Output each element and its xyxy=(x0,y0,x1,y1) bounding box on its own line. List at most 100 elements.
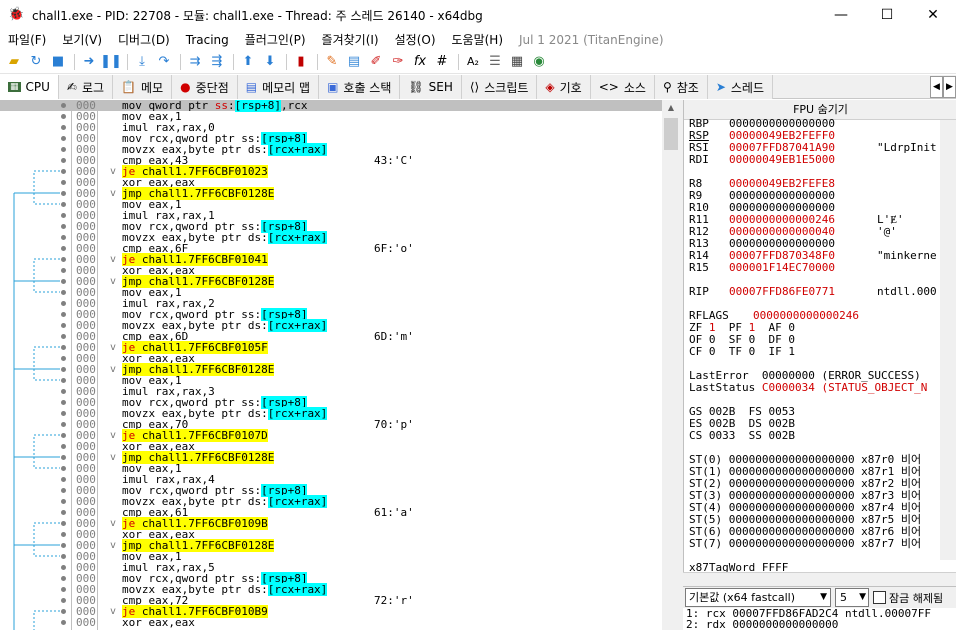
breakpoint-dot-icon[interactable] xyxy=(61,279,66,284)
disasm-row[interactable]: 000 v jmp chall1.7FF6CBF0128E xyxy=(0,539,662,552)
breakpoint-dot-icon[interactable] xyxy=(61,543,66,548)
disasm-row[interactable]: 000 mov rcx,qword ptr ss:[rsp+8] xyxy=(0,484,662,497)
tab-cpu[interactable]: ▦ CPU xyxy=(0,75,59,99)
breakpoint-dot-icon[interactable] xyxy=(61,587,66,592)
breakpoint-dot-icon[interactable] xyxy=(61,312,66,317)
breakpoint-dot-icon[interactable] xyxy=(61,510,66,515)
disasm-row[interactable]: 000 cmp eax,72 72:'r' xyxy=(0,595,662,606)
disasm-row[interactable]: 000 mov rcx,qword ptr ss:[rsp+8] xyxy=(0,220,662,233)
breakpoint-dot-icon[interactable] xyxy=(61,609,66,614)
scylla-icon[interactable]: ▮ xyxy=(291,52,311,72)
disasm-row[interactable]: 000 movzx eax,byte ptr ds:[rcx+rax] xyxy=(0,231,662,244)
disasm-row[interactable]: 000 xor eax,eax xyxy=(0,265,662,276)
tab-script[interactable]: ⟨⟩ 스크립트 xyxy=(461,75,538,99)
tab-call-stack[interactable]: ▣ 호출 스택 xyxy=(319,75,401,99)
register-line[interactable]: CS 0033 SS 002B xyxy=(689,430,795,442)
breakpoint-dot-icon[interactable] xyxy=(61,576,66,581)
disasm-row[interactable]: 000 xor eax,eax xyxy=(0,617,662,628)
disasm-row[interactable]: 000 cmp eax,43 43:'C' xyxy=(0,155,662,166)
disasm-row[interactable]: 000 mov eax,1 xyxy=(0,463,662,474)
breakpoint-dot-icon[interactable] xyxy=(61,224,66,229)
step-over-icon[interactable]: ↷ xyxy=(154,52,174,72)
menu-tracing[interactable]: Tracing xyxy=(178,30,237,50)
disasm-row[interactable]: 000 imul rax,rax,4 xyxy=(0,474,662,485)
breakpoint-dot-icon[interactable] xyxy=(61,521,66,526)
disasm-row[interactable]: 000 cmp eax,6F 6F:'o' xyxy=(0,243,662,254)
breakpoint-dot-icon[interactable] xyxy=(61,257,66,262)
breakpoint-dot-icon[interactable] xyxy=(61,180,66,185)
run-icon[interactable]: ➜ xyxy=(79,52,99,72)
disassembly-view[interactable]: 000 mov qword ptr ss:[rsp+8],rcx 000 mov ea… xyxy=(0,100,680,630)
disasm-row[interactable]: 000 cmp eax,6D 6D:'m' xyxy=(0,331,662,342)
scroll-up-icon[interactable]: ▲ xyxy=(662,100,680,116)
disasm-row[interactable]: 000 xor eax,eax xyxy=(0,177,662,188)
disasm-row[interactable]: 000 mov eax,1 xyxy=(0,199,662,210)
disasm-row[interactable]: 000 mov rcx,qword ptr ss:[rsp+8] xyxy=(0,396,662,409)
register-line[interactable]: R15 000001F14EC70000 xyxy=(689,262,877,274)
disasm-row[interactable]: 000 movzx eax,byte ptr ds:[rcx+rax] xyxy=(0,143,662,156)
breakpoint-dot-icon[interactable] xyxy=(61,191,66,196)
breakpoint-dot-icon[interactable] xyxy=(61,367,66,372)
disasm-row[interactable]: 000 movzx eax,byte ptr ds:[rcx+rax] xyxy=(0,319,662,332)
bookmark-icon[interactable]: ✑ xyxy=(388,52,408,72)
tab-notes[interactable]: 📋 메모 xyxy=(113,75,173,99)
disasm-row[interactable]: 000 v jmp chall1.7FF6CBF0128E xyxy=(0,187,662,200)
registers-scrollbar[interactable] xyxy=(940,120,956,560)
menu-help[interactable]: 도움말(H) xyxy=(444,30,512,50)
breakpoint-dot-icon[interactable] xyxy=(61,202,66,207)
disasm-row[interactable]: 000 mov rcx,qword ptr ss:[rsp+8] xyxy=(0,132,662,145)
breakpoint-dot-icon[interactable] xyxy=(61,290,66,295)
disassembly-scrollbar[interactable]: ▲ xyxy=(662,100,680,630)
breakpoint-dot-icon[interactable] xyxy=(61,356,66,361)
arg-count-spinner[interactable]: 5 ▼ xyxy=(835,588,869,607)
disasm-row[interactable]: 000 xor eax,eax xyxy=(0,529,662,540)
breakpoint-dot-icon[interactable] xyxy=(61,598,66,603)
disasm-row[interactable]: 000 v je chall1.7FF6CBF0109B xyxy=(0,517,662,530)
lock-checkbox[interactable] xyxy=(873,591,886,604)
maximize-button[interactable]: ☐ xyxy=(864,0,910,30)
trace-over-icon[interactable]: ⇶ xyxy=(207,52,227,72)
breakpoint-dot-icon[interactable] xyxy=(61,389,66,394)
scroll-thumb[interactable] xyxy=(664,118,678,150)
disasm-row[interactable]: 000 v je chall1.7FF6CBF01023 xyxy=(0,165,662,178)
disasm-row[interactable]: 000 v je chall1.7FF6CBF010B9 xyxy=(0,605,662,618)
breakpoint-dot-icon[interactable] xyxy=(61,477,66,482)
disasm-row[interactable]: 000 mov eax,1 xyxy=(0,111,662,122)
disasm-row[interactable]: 000 imul rax,rax,3 xyxy=(0,386,662,397)
menu-debug[interactable]: 디버그(D) xyxy=(110,30,178,50)
menu-options[interactable]: 설정(O) xyxy=(387,30,444,50)
label-icon[interactable]: ✐ xyxy=(366,52,386,72)
breakpoint-dot-icon[interactable] xyxy=(61,268,66,273)
menu-favourites[interactable]: 즐겨찾기(I) xyxy=(314,30,387,50)
breakpoint-dot-icon[interactable] xyxy=(61,488,66,493)
list-icon[interactable]: ☰ xyxy=(485,52,505,72)
disasm-row[interactable]: 000 movzx eax,byte ptr ds:[rcx+rax] xyxy=(0,407,662,420)
minimize-button[interactable]: — xyxy=(818,0,864,30)
disasm-row[interactable]: 000 imul rax,rax,0 xyxy=(0,122,662,133)
tab-scroll-left-icon[interactable]: ◀ xyxy=(930,76,943,98)
disasm-row[interactable]: 000 v je chall1.7FF6CBF0107D xyxy=(0,429,662,442)
close-button[interactable]: ✕ xyxy=(910,0,956,30)
disasm-row[interactable]: 000 v je chall1.7FF6CBF0105F xyxy=(0,341,662,354)
stop-icon[interactable]: ■ xyxy=(48,52,68,72)
step-into-icon[interactable]: ⤓ xyxy=(132,52,152,72)
breakpoint-dot-icon[interactable] xyxy=(61,235,66,240)
disasm-row[interactable]: 000 imul rax,rax,1 xyxy=(0,210,662,221)
disasm-row[interactable]: 000 mov eax,1 xyxy=(0,375,662,386)
registers-hscrollbar[interactable] xyxy=(683,572,956,586)
breakpoint-dot-icon[interactable] xyxy=(61,400,66,405)
patch-icon[interactable]: ✎ xyxy=(322,52,342,72)
register-line[interactable]: RDI 00000049EB1E5000 xyxy=(689,154,877,166)
breakpoint-dot-icon[interactable] xyxy=(61,125,66,130)
disasm-row[interactable]: 000 v je chall1.7FF6CBF01041 xyxy=(0,253,662,266)
execute-till-return-icon[interactable]: ⬆ xyxy=(238,52,258,72)
breakpoint-dot-icon[interactable] xyxy=(61,455,66,460)
breakpoint-dot-icon[interactable] xyxy=(61,213,66,218)
register-line[interactable]: ST(7) 0000000000000000000 x87r7 비어 xyxy=(689,538,921,550)
function-icon[interactable]: fx xyxy=(410,52,430,72)
register-line[interactable]: RIP 00007FFD86FE0771 ntdll.000 xyxy=(689,286,937,298)
disasm-row[interactable]: 000 movzx eax,byte ptr ds:[rcx+rax] xyxy=(0,495,662,508)
settings-icon[interactable]: ▦ xyxy=(507,52,527,72)
menu-plugins[interactable]: 플러그인(P) xyxy=(237,30,314,50)
breakpoint-dot-icon[interactable] xyxy=(61,466,66,471)
